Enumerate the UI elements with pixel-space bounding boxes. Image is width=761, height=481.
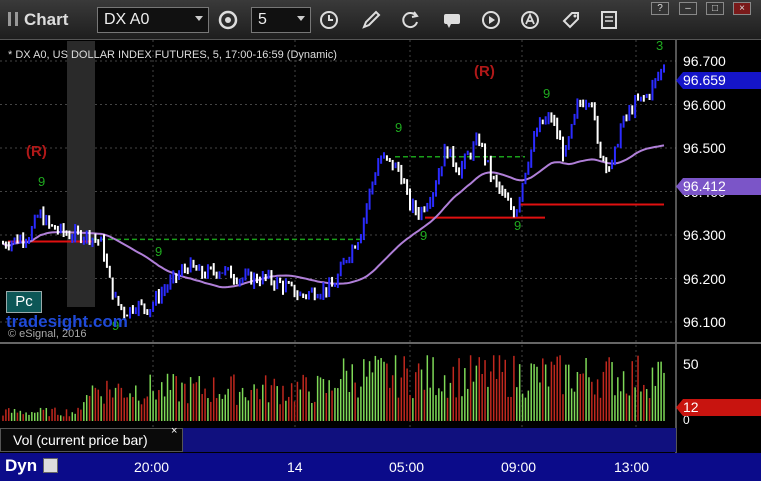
vol-close-icon[interactable]: × bbox=[171, 425, 177, 437]
x-tick-3: 09:00 bbox=[501, 459, 537, 475]
tag-icon bbox=[562, 12, 579, 29]
copyright: © eSignal, 2016 bbox=[8, 328, 87, 340]
session-shade bbox=[67, 41, 95, 307]
chart-toolbar: Chart DX A0 5 ? – □ × bbox=[0, 0, 761, 40]
sequence-markers: 99939999 bbox=[38, 40, 663, 333]
gear-icon bbox=[218, 10, 238, 30]
lock-icon[interactable] bbox=[43, 458, 58, 473]
r-label-right: (R) bbox=[474, 63, 495, 80]
sequence-count-marker: 9 bbox=[395, 120, 402, 135]
pc-badge[interactable]: Pc bbox=[6, 291, 42, 313]
y-tick-label: 96.200 bbox=[683, 270, 726, 287]
price-bars bbox=[2, 64, 665, 320]
symbol-value: DX A0 bbox=[104, 11, 150, 28]
y-tick-label: 96.100 bbox=[683, 314, 726, 330]
refresh-button[interactable] bbox=[396, 7, 424, 33]
vol-label-strip bbox=[183, 428, 676, 452]
study-button[interactable] bbox=[438, 7, 466, 33]
alert-icon bbox=[521, 11, 539, 29]
level-lines bbox=[8, 155, 664, 243]
dynamic-label[interactable]: Dyn bbox=[5, 456, 37, 476]
draw-tool-button[interactable] bbox=[357, 7, 385, 33]
x-tick-1: 14 bbox=[287, 459, 303, 475]
x-tick-2: 05:00 bbox=[389, 459, 425, 475]
app-title-text: Chart bbox=[24, 10, 69, 29]
vol-value-tag: 12 bbox=[676, 399, 761, 416]
grip-icon[interactable] bbox=[8, 12, 18, 26]
interval-input[interactable]: 5 bbox=[251, 7, 311, 33]
y-tick-label: 96.700 bbox=[683, 53, 726, 69]
help-button[interactable]: ? bbox=[651, 2, 669, 15]
y-tick-label: 96.300 bbox=[683, 227, 726, 243]
sequence-count-marker: 9 bbox=[38, 174, 45, 189]
price-chart: 99939999 bbox=[0, 40, 761, 453]
sequence-count-marker: 9 bbox=[420, 228, 427, 243]
last-price-tag: 96.659 bbox=[676, 72, 761, 89]
note-button[interactable] bbox=[595, 7, 623, 33]
interval-dropdown-icon[interactable] bbox=[297, 16, 305, 21]
pencil-icon bbox=[362, 10, 381, 29]
restore-button[interactable]: □ bbox=[706, 2, 724, 15]
replay-button[interactable] bbox=[477, 7, 505, 33]
refresh-icon bbox=[402, 11, 419, 29]
symbol-dropdown-icon[interactable] bbox=[195, 16, 203, 21]
symbol-input[interactable]: DX A0 bbox=[97, 7, 209, 33]
ma-line bbox=[2, 144, 665, 289]
ma-price-tag: 96.412 bbox=[676, 178, 761, 195]
note-icon bbox=[601, 11, 617, 29]
interval-value: 5 bbox=[258, 11, 267, 28]
sequence-count-marker: 3 bbox=[656, 40, 663, 53]
clock-icon bbox=[320, 11, 338, 29]
r-label-left: (R) bbox=[26, 143, 47, 160]
moving-average bbox=[2, 144, 665, 289]
x-tick-0: 20:00 bbox=[134, 459, 170, 475]
alert-button[interactable] bbox=[516, 7, 544, 33]
sequence-count-marker: 9 bbox=[514, 218, 521, 233]
vol-axis-tick-50: 50 bbox=[683, 356, 699, 372]
sequence-count-marker: 9 bbox=[543, 86, 550, 101]
volume-bars bbox=[2, 355, 665, 421]
study-icon bbox=[444, 14, 460, 28]
interval-settings-button[interactable] bbox=[214, 7, 242, 33]
app-title: Chart bbox=[8, 10, 68, 30]
play-icon bbox=[482, 11, 500, 29]
time-template-button[interactable] bbox=[315, 7, 343, 33]
x-tick-4: 13:00 bbox=[614, 459, 650, 475]
vol-study-label[interactable]: Vol (current price bar) bbox=[0, 428, 183, 452]
minimize-button[interactable]: – bbox=[679, 2, 697, 15]
tag-button[interactable] bbox=[556, 7, 584, 33]
close-button[interactable]: × bbox=[733, 2, 751, 15]
y-tick-label: 96.500 bbox=[683, 140, 726, 156]
sequence-count-marker: 9 bbox=[155, 244, 162, 259]
chart-title: * DX A0, US DOLLAR INDEX FUTURES, 5, 17:… bbox=[8, 49, 337, 61]
y-tick-label: 96.600 bbox=[683, 96, 726, 113]
